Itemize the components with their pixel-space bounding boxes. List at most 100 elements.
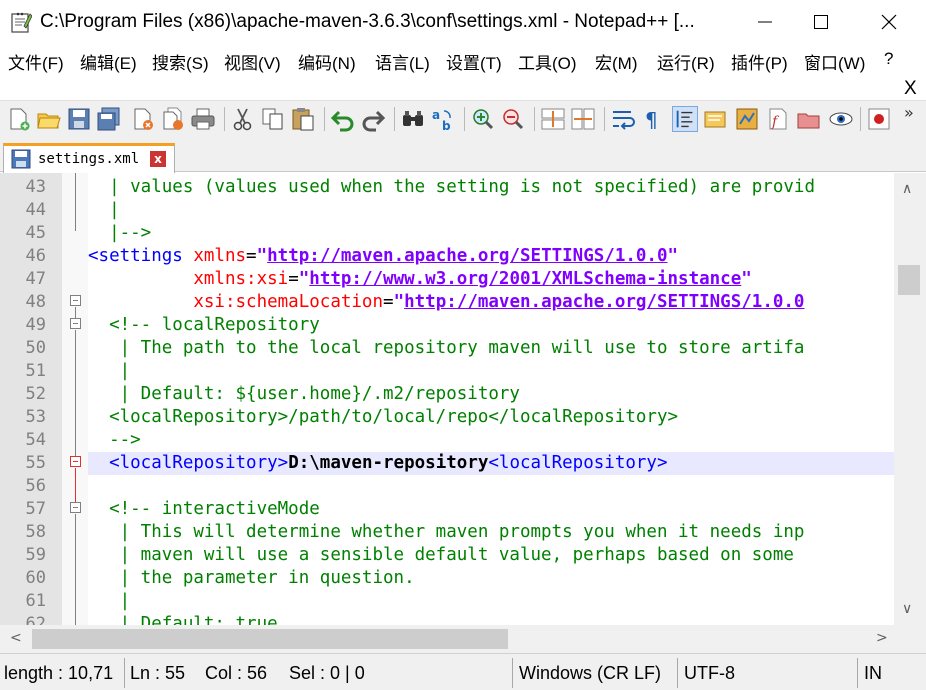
status-separator [677,658,678,688]
status-eol[interactable]: Windows (CR LF) [519,663,661,684]
show-all-chars-icon[interactable]: ¶ [640,106,666,132]
menu-encoding[interactable]: 编码(N) [298,49,356,74]
code-token: | the parameter in question. [88,568,415,588]
status-column: Col : 56 [205,663,268,683]
fold-toggle-icon[interactable] [70,456,81,467]
new-file-icon[interactable] [6,106,32,132]
fold-toggle-icon[interactable] [70,318,81,329]
fold-toggle-icon[interactable] [70,295,81,306]
scroll-up-arrow-icon[interactable]: ∧ [902,181,912,197]
menu-language[interactable]: 语言(L) [375,49,430,74]
code-line[interactable]: | [88,199,894,222]
code-line[interactable]: <!-- localRepository [88,314,894,337]
cut-icon[interactable] [230,106,256,132]
code-token: | Default: ${user.home}/.m2/repository [88,384,520,404]
menu-settings[interactable]: 设置(T) [446,49,502,74]
close-icon[interactable] [130,106,156,132]
close-window-button[interactable] [866,0,912,44]
fold-toggle-icon[interactable] [70,502,81,513]
current-code-line[interactable]: <localRepository>D:\maven-repository<loc… [88,452,894,475]
line-number: 60 [25,568,46,588]
sync-horizontal-icon[interactable] [570,106,596,132]
monitor-icon[interactable] [828,106,854,132]
function-list-icon[interactable]: f [764,106,790,132]
horizontal-scrollbar[interactable]: < > [0,625,926,653]
code-line[interactable]: <localRepository>/path/to/local/repo</lo… [88,406,894,429]
open-file-icon[interactable] [36,106,62,132]
menu-edit[interactable]: 编辑(E) [80,49,137,74]
close-all-icon[interactable] [160,106,186,132]
code-line[interactable]: | values (values used when the setting i… [88,176,894,199]
doc-map-icon[interactable] [734,106,760,132]
tab-settings-xml[interactable]: settings.xml x [3,143,175,173]
fold-line [75,307,76,318]
menu-window[interactable]: 窗口(W) [804,49,865,74]
scroll-left-arrow-icon[interactable]: < [10,630,22,646]
code-line[interactable]: | the parameter in question. [88,567,894,590]
code-line[interactable]: | The path to the local repository maven… [88,337,894,360]
line-number: 52 [25,384,46,404]
paste-icon[interactable] [290,106,316,132]
zoom-in-icon[interactable] [470,106,496,132]
tab-close-button[interactable]: x [150,151,166,167]
folder-workspace-icon[interactable] [796,106,822,132]
menu-macro[interactable]: 宏(M) [595,49,637,74]
editor-pane[interactable]: 43 44 45 46 47 48 49 50 51 52 53 54 55 56 57 58 59 60 61 62… [0,173,926,625]
code-line[interactable] [88,475,894,498]
code-line[interactable]: <!-- interactiveMode [88,498,894,521]
redo-icon[interactable] [360,106,386,132]
save-all-icon[interactable] [96,106,122,132]
line-number: 48 [25,292,46,312]
code-line[interactable]: xmlns:xsi="http://www.w3.org/2001/XMLSch… [88,268,894,291]
code-line[interactable]: | This will determine whether maven prom… [88,521,894,544]
word-wrap-icon[interactable] [610,106,636,132]
code-line[interactable]: | Default: ${user.home}/.m2/repository [88,383,894,406]
close-document-button[interactable]: X [904,78,917,100]
record-macro-icon[interactable] [866,106,892,132]
code-line[interactable]: | [88,360,894,383]
find-icon[interactable] [400,106,426,132]
maximize-button[interactable] [798,0,844,44]
undo-icon[interactable] [330,106,356,132]
toolbar-overflow-chevron[interactable]: » [904,103,914,122]
zoom-out-icon[interactable] [500,106,526,132]
replace-icon[interactable]: ab [430,106,456,132]
menu-help[interactable]: ? [884,49,893,69]
scroll-right-arrow-icon[interactable]: > [876,630,888,646]
vertical-scroll-thumb[interactable] [898,265,920,295]
vertical-scrollbar[interactable]: ∧ ∨ [894,173,926,625]
minimize-button[interactable] [742,0,788,44]
code-token: | Default: true [88,614,278,625]
scroll-down-arrow-icon[interactable]: ∨ [902,601,912,617]
code-token: " [741,269,752,289]
horizontal-scroll-thumb[interactable] [32,629,508,649]
code-token: " [256,246,268,266]
status-encoding[interactable]: UTF-8 [684,663,735,684]
menu-plugins[interactable]: 插件(P) [731,49,788,74]
save-icon[interactable] [66,106,92,132]
status-length: length : 10,71 [4,663,114,683]
code-line[interactable]: |--> [88,222,894,245]
code-area[interactable]: | values (values used when the setting i… [88,173,894,625]
udl-icon[interactable] [702,106,728,132]
code-line[interactable]: <settings xmlns="http://maven.apache.org… [88,245,894,268]
menu-run[interactable]: 运行(R) [657,49,715,74]
menu-tools[interactable]: 工具(O) [518,49,577,74]
code-token: <localRepository>/path/to/local/repo</lo… [88,407,679,427]
indent-guide-icon[interactable] [672,106,698,132]
code-line[interactable]: | [88,590,894,613]
print-icon[interactable] [190,106,216,132]
menu-view[interactable]: 视图(V) [224,49,281,74]
sync-vertical-icon[interactable] [540,106,566,132]
fold-margin [62,173,88,625]
code-line[interactable]: | maven will use a sensible default valu… [88,544,894,567]
line-number: 54 [25,430,46,450]
code-line[interactable]: xsi:schemaLocation="http://maven.apache.… [88,291,894,314]
code-line[interactable]: --> [88,429,894,452]
code-line[interactable]: | Default: true [88,613,894,625]
status-separator [124,658,125,688]
code-token: |--> [88,223,152,243]
menu-file[interactable]: 文件(F) [8,49,64,74]
copy-icon[interactable] [260,106,286,132]
menu-search[interactable]: 搜索(S) [152,49,209,74]
